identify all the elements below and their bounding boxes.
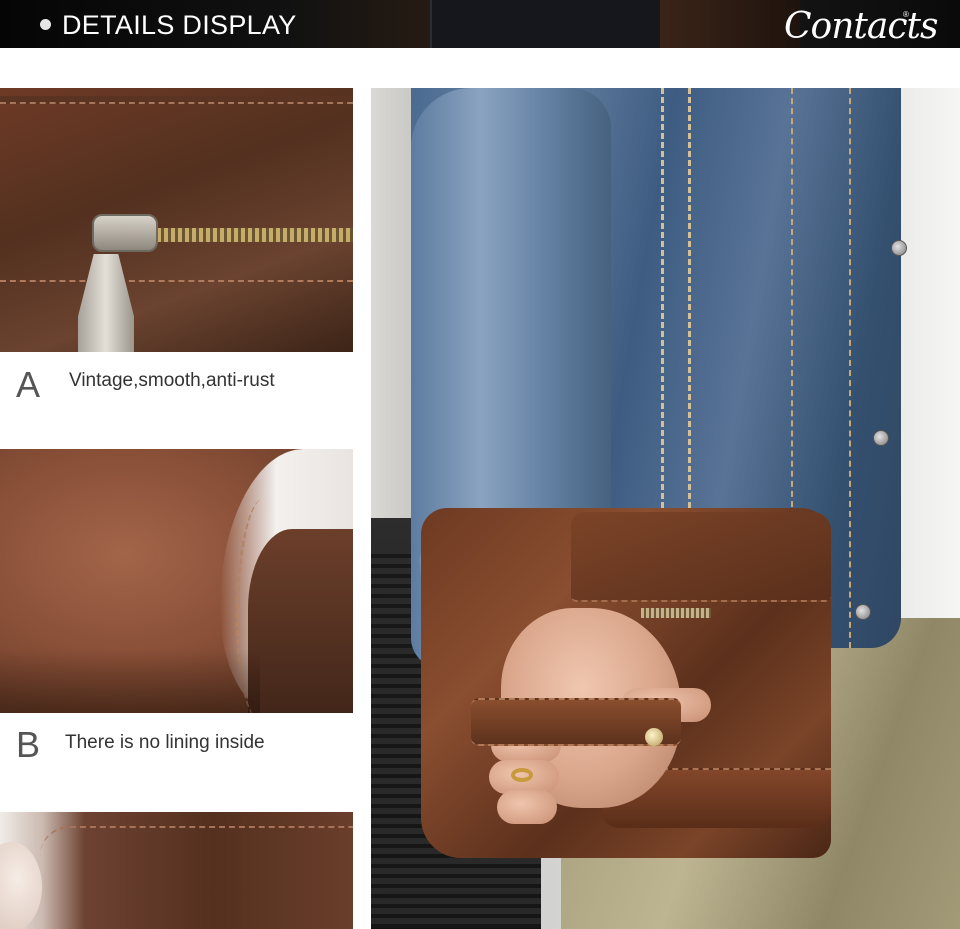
jacket-button	[891, 240, 907, 256]
detail-letter: A	[16, 364, 41, 405]
gold-ring	[511, 768, 533, 782]
section-title: DETAILS DISPLAY	[62, 10, 297, 40]
zipper-teeth	[150, 228, 353, 242]
jacket-button	[855, 604, 871, 620]
strap-stud	[645, 728, 663, 746]
clutch-flap	[571, 512, 831, 602]
bullet-dot-icon	[40, 19, 51, 30]
model-holding-clutch-photo	[371, 88, 960, 929]
zipper-slider	[92, 214, 158, 252]
detail-letter: B	[16, 724, 41, 765]
finger	[497, 790, 557, 824]
fold-shadow	[0, 649, 260, 713]
thumb	[0, 842, 42, 929]
edge-detail-image	[0, 812, 353, 929]
detail-caption-b: B There is no lining inside	[0, 722, 353, 782]
zipper-detail-image	[0, 88, 353, 352]
clutch-zipper	[641, 608, 711, 618]
header-banner: DETAILS DISPLAY Contacts ®	[0, 0, 960, 48]
detail-caption-a: A Vintage,smooth,anti-rust	[0, 360, 353, 420]
interior-detail-image	[0, 449, 353, 713]
registered-mark: ®	[903, 10, 909, 19]
jacket-button	[873, 430, 889, 446]
brand-logo: Contacts	[784, 6, 938, 47]
top-seam	[0, 96, 353, 104]
detail-text: There is no lining inside	[65, 732, 265, 753]
header-background-leather	[660, 0, 800, 48]
header-background-photo	[430, 0, 660, 48]
detail-text: Vintage,smooth,anti-rust	[69, 370, 275, 391]
jacket-seam	[661, 88, 691, 508]
edge-stitching	[40, 826, 353, 906]
